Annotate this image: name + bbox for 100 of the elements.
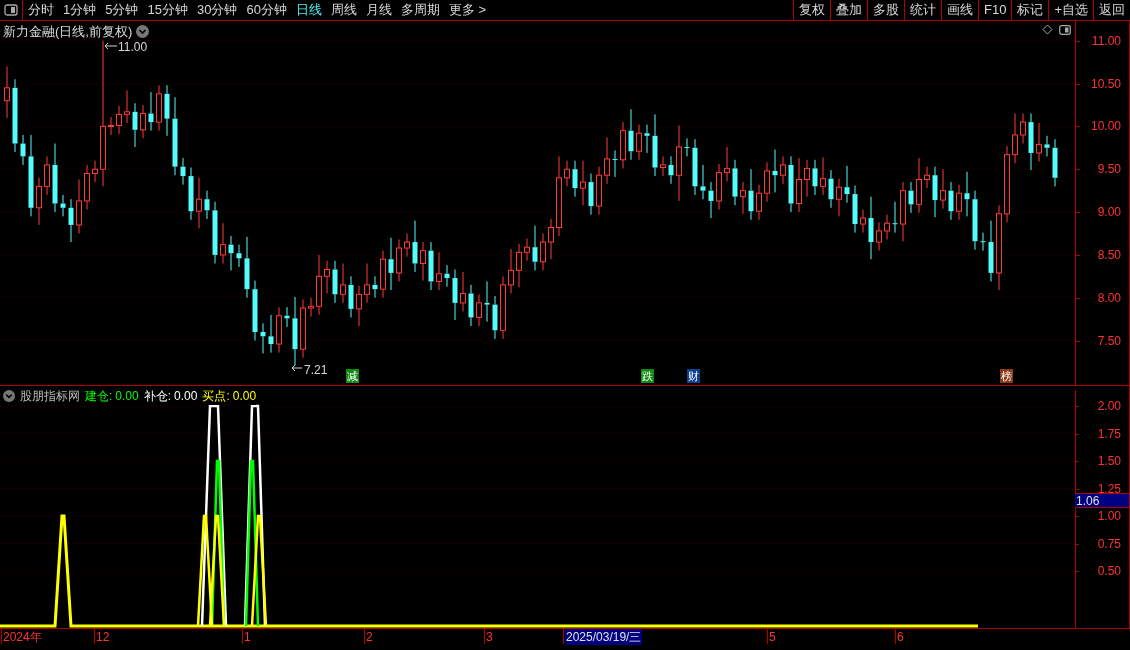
candlestick	[204, 190, 210, 220]
toolbar-button[interactable]: 返回	[1093, 0, 1130, 20]
axis-label: 10.00	[1090, 119, 1121, 134]
candlestick	[1036, 122, 1042, 163]
toolbar-button[interactable]: 统计	[904, 0, 941, 20]
candlestick	[348, 275, 354, 318]
candlestick	[188, 167, 194, 221]
candlestick	[36, 177, 42, 226]
candlestick	[228, 235, 234, 271]
period-tab[interactable]: 周线	[330, 0, 357, 20]
candlestick	[652, 113, 658, 177]
period-tab[interactable]: 5分钟	[105, 0, 139, 20]
candlestick	[252, 280, 258, 342]
candlestick	[172, 96, 178, 176]
candlestick	[508, 248, 514, 294]
candlestick	[76, 179, 82, 234]
candlestick	[148, 91, 154, 132]
axis-label: 9.50	[1097, 162, 1121, 177]
candlestick	[964, 171, 970, 217]
candlestick	[956, 184, 962, 221]
candlestick	[52, 143, 58, 213]
cursor-date-label: 2025/03/19/三	[565, 629, 643, 645]
event-marker[interactable]: 财	[687, 369, 700, 383]
period-tab[interactable]: 30分钟	[196, 0, 238, 20]
candlestick	[524, 238, 530, 262]
candlestick	[324, 260, 330, 294]
chart-title: 新力金融(日线,前复权)	[3, 23, 133, 41]
candlestick	[28, 134, 34, 217]
candlestick	[980, 232, 986, 252]
candlestick	[836, 178, 842, 217]
candlestick	[1004, 145, 1010, 223]
toolbar-button[interactable]: 叠加	[830, 0, 867, 20]
candlestick	[396, 238, 402, 282]
candlestick	[468, 284, 474, 327]
candlestick	[460, 271, 466, 312]
candlestick	[124, 89, 130, 124]
candlestick	[988, 220, 994, 282]
period-tab[interactable]: 分时	[28, 0, 54, 20]
candlestick	[500, 275, 506, 340]
period-tab[interactable]: 日线	[295, 0, 322, 20]
candlestick	[764, 161, 770, 203]
axis-label: 1.25	[1097, 481, 1121, 496]
event-marker[interactable]: 减	[346, 369, 359, 383]
candlestick	[44, 155, 50, 196]
candlestick	[740, 181, 746, 215]
candlestick	[132, 102, 138, 148]
candlestick	[756, 184, 762, 221]
candlestick	[924, 166, 930, 189]
axis-label: 1.75	[1097, 426, 1121, 441]
panel-toggle-icon[interactable]	[1059, 25, 1071, 35]
candlestick	[948, 181, 954, 221]
candlestick	[676, 125, 682, 202]
candlestick	[572, 160, 578, 198]
period-tab[interactable]: 15分钟	[147, 0, 188, 20]
candlestick	[196, 177, 202, 229]
candlestick	[900, 181, 906, 242]
candlestick	[772, 149, 778, 193]
period-tab[interactable]: 多周期	[400, 0, 440, 20]
diamond-icon[interactable]	[1042, 24, 1053, 35]
toolbar-button[interactable]: 画线	[941, 0, 978, 20]
toolbar-button[interactable]: +自选	[1048, 0, 1093, 20]
candlestick	[660, 155, 666, 177]
candlestick	[916, 157, 922, 214]
period-tab[interactable]: 60分钟	[246, 0, 287, 20]
chevron-down-icon[interactable]	[3, 390, 15, 402]
axis-label: 8.00	[1097, 290, 1121, 305]
toolbar-button[interactable]: F10	[978, 0, 1012, 20]
candlestick	[60, 194, 66, 217]
panel-toggle-icon[interactable]	[4, 4, 18, 16]
candlestick	[492, 295, 498, 340]
toolbar-button[interactable]: 多股	[867, 0, 904, 20]
date-label: 5	[769, 629, 776, 645]
candlestick	[884, 214, 890, 240]
candlestick	[372, 275, 378, 299]
toolbar-button[interactable]: 复权	[793, 0, 830, 20]
candlestick	[620, 121, 626, 169]
chevron-down-icon[interactable]	[136, 25, 150, 39]
axis-label: 11.00	[1091, 33, 1121, 48]
arrow-left-icon	[104, 42, 118, 50]
candlestick	[804, 159, 810, 198]
candlestick	[724, 146, 730, 182]
candlestick	[276, 306, 282, 354]
candlestick	[308, 297, 314, 318]
candlestick	[1044, 135, 1050, 157]
period-tab[interactable]: 月线	[365, 0, 392, 20]
candlestick	[436, 251, 442, 291]
candlestick	[156, 84, 162, 132]
event-marker[interactable]: 榜	[1000, 369, 1013, 383]
toolbar-button[interactable]: 标记	[1011, 0, 1049, 20]
candlestick	[20, 134, 26, 166]
axis-label: 10.50	[1090, 76, 1121, 91]
candlestick	[852, 185, 858, 234]
candlestick	[100, 40, 106, 187]
candlestick	[604, 137, 610, 185]
event-marker[interactable]: 跌	[641, 369, 654, 383]
indicator-value: 0.00	[115, 388, 139, 405]
period-tab[interactable]: 1分钟	[63, 0, 97, 20]
date-label: 1	[244, 629, 251, 645]
indicator-label: 买点:	[202, 388, 230, 405]
period-tab[interactable]: 更多 >	[448, 0, 487, 20]
